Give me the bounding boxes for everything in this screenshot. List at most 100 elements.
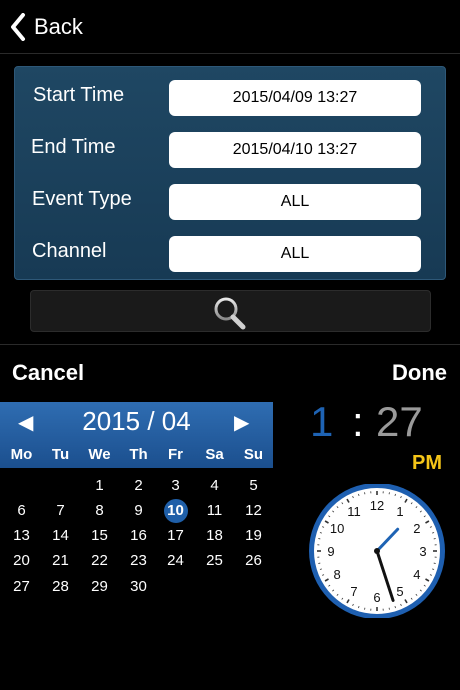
clock-number: 7 bbox=[350, 584, 357, 599]
calendar-header: ◀ 2015 / 04 ▶ Mo Tu We Th Fr Sa Su bbox=[0, 402, 273, 468]
calendar-day-number: 16 bbox=[130, 527, 147, 544]
weekday-row: Mo Tu We Th Fr Sa Su bbox=[0, 446, 273, 466]
picker-divider bbox=[0, 344, 460, 345]
weekday-label: Su bbox=[243, 446, 264, 463]
done-button[interactable]: Done bbox=[392, 360, 447, 386]
weekday-label: Sa bbox=[205, 446, 224, 463]
back-label: Back bbox=[34, 14, 83, 39]
calendar-day-number: 21 bbox=[52, 552, 69, 569]
calendar-day-selected[interactable]: 10 bbox=[156, 499, 195, 523]
calendar-day-number: 17 bbox=[167, 527, 184, 544]
calendar-day[interactable]: 23 bbox=[119, 549, 158, 573]
clock-number: 6 bbox=[373, 590, 380, 605]
magnifier-icon bbox=[214, 297, 246, 330]
calendar-day-number: 25 bbox=[206, 552, 223, 569]
calendar-day[interactable]: 30 bbox=[119, 575, 158, 599]
time-hour[interactable]: 1 bbox=[310, 398, 333, 446]
calendar-day-number: 2 bbox=[134, 477, 143, 494]
calendar-day-number: 4 bbox=[210, 477, 219, 494]
calendar-day[interactable]: 29 bbox=[80, 575, 119, 599]
calendar-day[interactable]: 3 bbox=[156, 474, 195, 498]
calendar-day[interactable]: 8 bbox=[80, 499, 119, 523]
clock-number: 1 bbox=[396, 504, 403, 519]
start-time-field[interactable]: 2015/04/09 13:27 bbox=[169, 80, 421, 116]
calendar-day[interactable]: 25 bbox=[195, 549, 234, 573]
calendar-day[interactable]: 20 bbox=[2, 549, 41, 573]
calendar-day-number: 3 bbox=[171, 477, 180, 494]
event-type-row: Event Type ALL bbox=[15, 184, 447, 220]
calendar-day-number: 19 bbox=[245, 527, 262, 544]
calendar-day[interactable]: 6 bbox=[2, 499, 41, 523]
weekday-label: Fr bbox=[168, 446, 183, 463]
ampm-toggle[interactable]: PM bbox=[412, 452, 442, 475]
calendar-day[interactable]: 28 bbox=[41, 575, 80, 599]
calendar-day[interactable]: 5 bbox=[234, 474, 273, 498]
calendar-day[interactable]: 21 bbox=[41, 549, 80, 573]
calendar-day-number: 7 bbox=[56, 502, 65, 519]
calendar-day[interactable]: 19 bbox=[234, 524, 273, 548]
weekday-label: Th bbox=[129, 446, 148, 463]
calendar-day-number: 28 bbox=[52, 578, 69, 595]
calendar-day-number: 13 bbox=[13, 527, 30, 544]
calendar-day[interactable]: 13 bbox=[2, 524, 41, 548]
cancel-button[interactable]: Cancel bbox=[12, 360, 84, 386]
calendar-day-number: 6 bbox=[17, 502, 26, 519]
calendar-day[interactable]: 9 bbox=[119, 499, 158, 523]
time-colon: : bbox=[352, 398, 364, 445]
calendar-day[interactable]: 14 bbox=[41, 524, 80, 548]
calendar-day-number: 24 bbox=[167, 552, 184, 569]
event-type-field[interactable]: ALL bbox=[169, 184, 421, 220]
filter-panel: Start Time 2015/04/09 13:27 End Time 201… bbox=[14, 66, 446, 280]
weekday-label: We bbox=[88, 446, 111, 463]
search-button[interactable] bbox=[30, 290, 431, 332]
calendar-day[interactable]: 15 bbox=[80, 524, 119, 548]
calendar-day[interactable]: 11 bbox=[195, 499, 234, 523]
clock-number: 10 bbox=[330, 521, 344, 536]
clock-center bbox=[374, 548, 380, 554]
calendar-day-number: 26 bbox=[245, 552, 262, 569]
calendar-day-number: 12 bbox=[245, 502, 262, 519]
calendar-day[interactable]: 18 bbox=[195, 524, 234, 548]
start-time-label: Start Time bbox=[33, 84, 125, 106]
clock-number: 9 bbox=[327, 544, 334, 559]
calendar-day-number: 10 bbox=[163, 499, 188, 523]
calendar-day[interactable]: 22 bbox=[80, 549, 119, 573]
calendar-day[interactable]: 16 bbox=[119, 524, 158, 548]
calendar-day[interactable]: 26 bbox=[234, 549, 273, 573]
calendar-day[interactable]: 27 bbox=[2, 575, 41, 599]
next-month-button[interactable]: ▶ bbox=[234, 410, 249, 435]
end-time-field[interactable]: 2015/04/10 13:27 bbox=[169, 132, 421, 168]
calendar-day-number: 8 bbox=[95, 502, 104, 519]
clock-number: 4 bbox=[413, 567, 420, 582]
calendar-day-number: 18 bbox=[206, 527, 223, 544]
nav-bar: Back bbox=[0, 0, 460, 54]
calendar-day-number: 20 bbox=[13, 552, 30, 569]
calendar-day[interactable]: 2 bbox=[119, 474, 158, 498]
weekday-label: Tu bbox=[51, 446, 70, 463]
event-type-label: Event Type bbox=[32, 188, 132, 210]
calendar-day[interactable]: 4 bbox=[195, 474, 234, 498]
calendar-day[interactable]: 12 bbox=[234, 499, 273, 523]
calendar-day[interactable]: 17 bbox=[156, 524, 195, 548]
chevron-left-icon bbox=[11, 13, 25, 41]
calendar-day-number: 11 bbox=[206, 502, 223, 519]
analog-clock[interactable]: 12 12 3 45 6 789 1011 bbox=[297, 484, 457, 618]
clock-number: 12 bbox=[370, 498, 384, 513]
channel-field[interactable]: ALL bbox=[169, 236, 421, 272]
back-button[interactable]: Back bbox=[10, 10, 83, 44]
calendar-day[interactable]: 7 bbox=[41, 499, 80, 523]
clock-number: 3 bbox=[419, 544, 426, 559]
calendar-day-number: 5 bbox=[249, 477, 258, 494]
calendar-day-number: 29 bbox=[91, 578, 108, 595]
calendar-day-number: 9 bbox=[134, 502, 143, 519]
clock-number: 2 bbox=[413, 521, 420, 536]
calendar-day-number: 14 bbox=[52, 527, 69, 544]
clock-number: 11 bbox=[347, 504, 361, 519]
time-minute[interactable]: 27 bbox=[376, 398, 423, 446]
end-time-label: End Time bbox=[31, 136, 116, 158]
clock-number: 8 bbox=[334, 567, 341, 582]
clock-number: 5 bbox=[396, 584, 403, 599]
calendar-day[interactable]: 1 bbox=[80, 474, 119, 498]
end-time-row: End Time 2015/04/10 13:27 bbox=[15, 132, 447, 168]
calendar-day[interactable]: 24 bbox=[156, 549, 195, 573]
